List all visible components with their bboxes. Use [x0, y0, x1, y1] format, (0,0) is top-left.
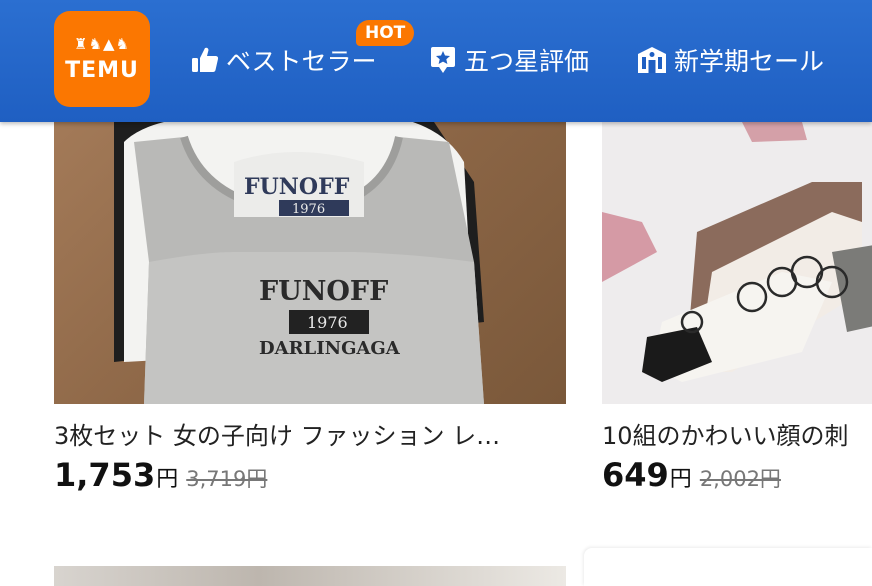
- top-nav-bar: ♜♞▲♞ TEMU ベストセラー 五つ星評価 新学期セール HOT: [0, 0, 872, 122]
- product-card[interactable]: FUNOFF 1976 FUNOFF 1976 DARLINGAGA 3枚セット…: [54, 122, 566, 496]
- logo-text: TEMU: [65, 57, 139, 83]
- sale-price: 1,753: [54, 456, 156, 494]
- product-card-image-partial[interactable]: [54, 566, 566, 586]
- product-title[interactable]: 3枚セット 女の子向け ファッション レ…: [54, 420, 566, 452]
- floating-panel: [584, 548, 872, 586]
- thumbs-up-icon: [192, 47, 219, 72]
- print-year-top: 1976: [292, 202, 325, 217]
- logo-mascot-icons: ♜♞▲♞: [74, 34, 130, 53]
- print-text: FUNOFF: [259, 276, 388, 307]
- star-badge-icon: [431, 47, 455, 73]
- sale-price: 649: [602, 456, 669, 494]
- nav-label: 五つ星評価: [464, 47, 590, 76]
- hot-badge: HOT: [356, 20, 415, 46]
- print-year: 1976: [307, 313, 348, 332]
- price-row: 649 円 2,002円: [602, 456, 872, 496]
- original-price: 3,719円: [186, 467, 268, 491]
- socks-illustration: [602, 122, 872, 404]
- nav-five-star[interactable]: 五つ星評価: [428, 40, 589, 80]
- currency-label: 円: [669, 467, 692, 492]
- temu-logo[interactable]: ♜♞▲♞ TEMU: [54, 11, 150, 107]
- product-image[interactable]: [602, 122, 872, 404]
- original-price: 2,002円: [699, 467, 781, 491]
- nav-bestseller[interactable]: ベストセラー: [190, 40, 377, 80]
- print-text-top: FUNOFF: [244, 174, 350, 200]
- currency-label: 円: [156, 467, 179, 492]
- product-image[interactable]: FUNOFF 1976 FUNOFF 1976 DARLINGAGA: [54, 122, 566, 404]
- nav-back-to-school[interactable]: 新学期セール: [636, 40, 824, 80]
- nav-label: 新学期セール: [674, 47, 825, 76]
- nav-label: ベストセラー: [226, 47, 377, 76]
- product-title[interactable]: 10組のかわいい顔の刺: [602, 420, 872, 452]
- school-icon: [638, 47, 666, 73]
- print-subtext: DARLINGAGA: [259, 338, 401, 359]
- price-row: 1,753 円 3,719円: [54, 456, 566, 496]
- tank-tops-illustration: FUNOFF 1976 FUNOFF 1976 DARLINGAGA: [114, 122, 484, 404]
- product-card[interactable]: 10組のかわいい顔の刺 649 円 2,002円: [602, 122, 872, 496]
